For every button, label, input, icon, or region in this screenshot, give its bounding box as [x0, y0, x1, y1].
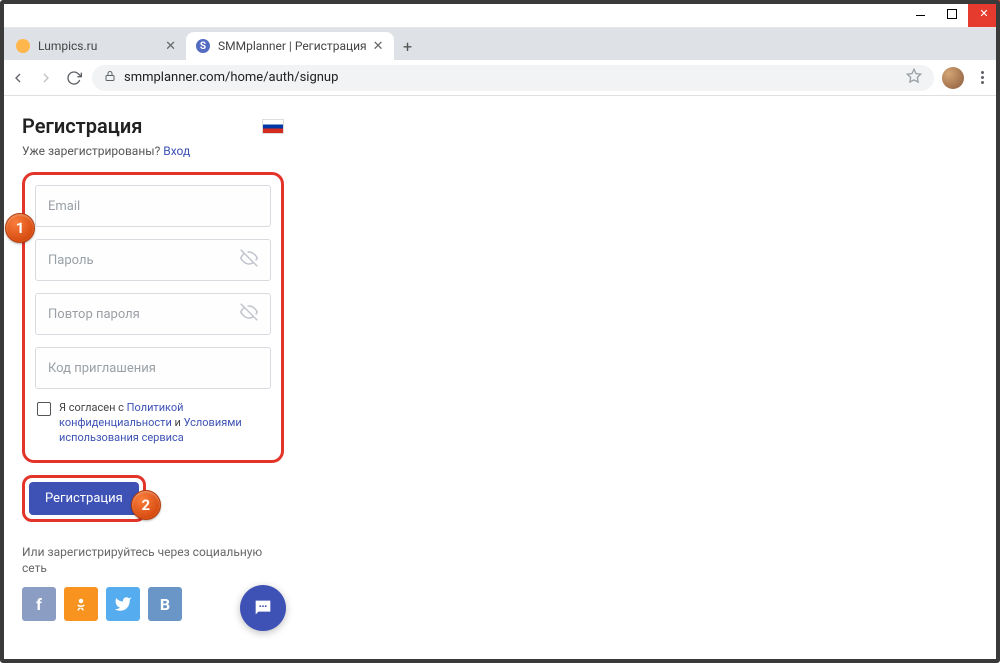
social-twitter-button[interactable] [106, 587, 140, 621]
page-title: Регистрация [22, 114, 142, 138]
password-input[interactable] [48, 253, 240, 268]
already-registered-line: Уже зарегистрированы? Вход [22, 144, 284, 158]
invite-code-field-wrapper[interactable] [35, 347, 271, 389]
lock-icon [104, 70, 116, 86]
eye-off-icon[interactable] [240, 249, 258, 271]
reload-button[interactable] [64, 68, 84, 88]
favicon-lumpics [16, 39, 30, 53]
window-titlebar [0, 0, 1000, 28]
submit-button[interactable]: Регистрация [29, 482, 139, 515]
password-field-wrapper[interactable] [35, 239, 271, 281]
login-link[interactable]: Вход [163, 144, 190, 158]
email-input[interactable] [48, 199, 258, 214]
browser-menu-button[interactable] [972, 71, 992, 84]
browser-toolbar: smmplanner.com/home/auth/signup [0, 60, 1000, 96]
password-repeat-field-wrapper[interactable] [35, 293, 271, 335]
star-icon[interactable] [906, 68, 922, 88]
forward-button[interactable] [36, 68, 56, 88]
tab-close-icon[interactable]: ✕ [165, 39, 176, 54]
window-minimize-button[interactable] [904, 0, 936, 27]
annotation-frame-2: Регистрация 2 [22, 475, 146, 522]
consent-text: Я согласен с Политикой конфиденциальност… [59, 401, 269, 446]
profile-avatar[interactable] [942, 67, 964, 89]
invite-code-input[interactable] [48, 361, 258, 376]
browser-tabstrip: Lumpics.ru ✕ S SMMplanner | Регистрация … [0, 28, 1000, 60]
eye-off-icon[interactable] [240, 303, 258, 325]
social-text: Или зарегистрируйтесь через социальную с… [22, 544, 284, 578]
page-viewport: Регистрация Уже зарегистрированы? Вход 1 [0, 96, 306, 651]
annotation-frame-1: 1 Я согласен [22, 172, 284, 463]
address-bar[interactable]: smmplanner.com/home/auth/signup [92, 65, 934, 91]
annotation-badge-2: 2 [131, 490, 161, 520]
language-flag-ru[interactable] [262, 119, 284, 134]
new-tab-button[interactable]: + [394, 32, 422, 60]
signup-card: Регистрация Уже зарегистрированы? Вход 1 [0, 96, 306, 651]
consent-row: Я согласен с Политикой конфиденциальност… [35, 401, 271, 446]
window-close-button[interactable] [968, 0, 1000, 27]
browser-tab-lumpics[interactable]: Lumpics.ru ✕ [6, 32, 186, 60]
url-text: smmplanner.com/home/auth/signup [124, 70, 338, 85]
social-odnoklassniki-button[interactable] [64, 587, 98, 621]
social-vk-button[interactable]: B [148, 587, 182, 621]
browser-tab-smmplanner[interactable]: S SMMplanner | Регистрация ✕ [186, 32, 394, 60]
annotation-badge-1: 1 [5, 213, 35, 243]
tab-title: Lumpics.ru [38, 39, 159, 53]
tab-title: SMMplanner | Регистрация [218, 39, 367, 53]
tab-close-icon[interactable]: ✕ [373, 39, 384, 54]
back-button[interactable] [8, 68, 28, 88]
consent-checkbox[interactable] [37, 402, 51, 416]
social-facebook-button[interactable]: f [22, 587, 56, 621]
chat-widget-button[interactable] [240, 585, 286, 631]
window-maximize-button[interactable] [936, 0, 968, 27]
password-repeat-input[interactable] [48, 307, 240, 322]
favicon-smmplanner: S [196, 39, 210, 53]
email-field-wrapper[interactable] [35, 185, 271, 227]
